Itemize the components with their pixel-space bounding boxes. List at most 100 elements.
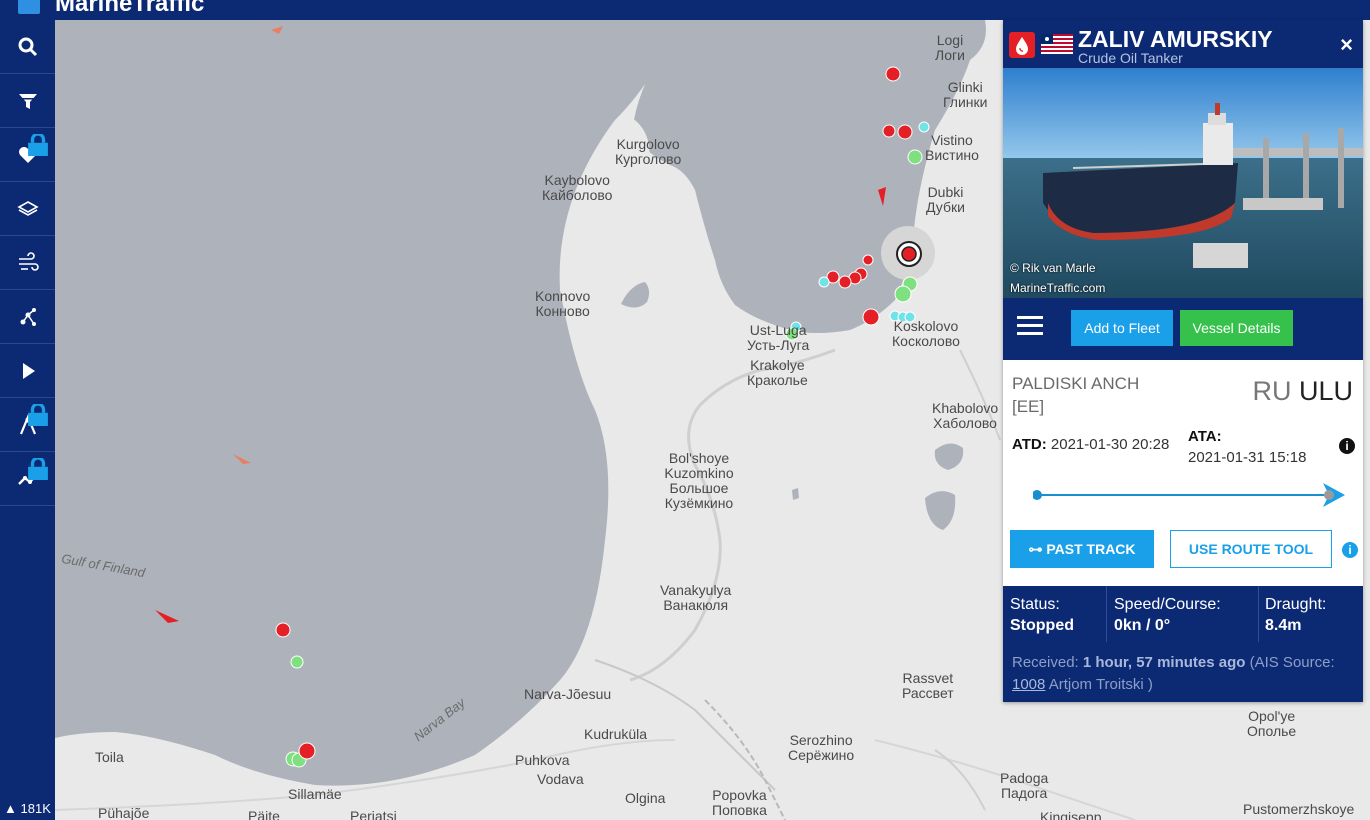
atd-label: ATD: [1012,436,1047,453]
vessel-marker[interactable] [290,655,304,669]
vessel-marker[interactable] [894,285,912,303]
place-label: Dubki Дубки [926,184,965,215]
vessel-count-value: 181K [20,801,51,816]
departure-port[interactable]: PALDISKI ANCH [EE] [1012,372,1139,418]
status-box: Status: Stopped Speed/Course: 0kn / 0° D… [1003,586,1363,702]
vessel-marker[interactable] [818,276,830,288]
place-label: Perjatsi [350,808,397,820]
place-label: Popovka Поповка [712,787,767,818]
use-route-tool-button[interactable]: USE ROUTE TOOL [1170,530,1332,568]
place-label: Logi Логи [935,32,965,63]
place-label: Vodava [537,771,584,787]
info-icon[interactable]: i [1342,542,1358,558]
sidebar: ▲ 181K [0,20,55,820]
departure-dot [1033,490,1042,500]
sidebar-search-button[interactable] [0,20,55,74]
info-icon[interactable]: i [1339,438,1355,454]
sidebar-weather-button[interactable] [0,236,55,290]
speed-course-field: Speed/Course: 0kn / 0° [1114,596,1221,634]
place-label: Glinki Глинки [943,79,988,110]
place-label: Serozhino Серёжино [788,732,855,763]
place-label: Pustomerzhskoye [1243,801,1355,817]
vessel-marker[interactable] [275,622,291,638]
lake [792,488,799,500]
speed-course-value: 0kn / 0° [1114,617,1171,634]
ais-source-link[interactable]: 1008 [1012,676,1045,693]
sidebar-playback-button[interactable] [0,344,55,398]
sidebar-measure-button[interactable] [0,290,55,344]
sidebar-analytics-button[interactable] [0,452,55,506]
hamburger-menu-icon[interactable] [1017,316,1043,338]
app-logo-text[interactable]: MarineTraffic [55,0,204,18]
place-label: Koskolovo Косколово [892,318,960,349]
vessel-marker[interactable] [918,121,930,133]
departure-port-name: PALDISKI ANCH [1012,374,1140,393]
voyage-progress-bar [1033,483,1345,507]
sidebar-routes-button[interactable] [0,398,55,452]
photo-credit: © Rik van Marle MarineTraffic.com [1010,261,1106,295]
vessel-name: ZALIV AMURSKIY [1078,26,1273,52]
vessel-photo[interactable]: © Rik van Marle MarineTraffic.com [1003,68,1363,298]
place-label: Pühajõe [98,805,150,820]
vessel-marker[interactable] [885,66,901,82]
vessel-details-button[interactable]: Vessel Details [1180,310,1293,346]
sidebar-filter-button[interactable] [0,74,55,128]
place-label: Bol'shoye Kuzomkino Большое Кузёмкино [664,450,734,511]
search-icon [18,37,37,56]
ata-label: ATA: [1188,428,1222,445]
place-label: Päite [248,808,280,820]
draught-field: Draught: 8.4m [1265,596,1327,634]
place-label: Konnovo Конново [535,288,591,319]
place-label: Toila [95,749,124,765]
destination-port[interactable]: RU ULU [1252,376,1353,407]
vessel-marker[interactable] [298,742,316,760]
lock-icon [28,404,48,426]
vessel-marker[interactable] [897,124,913,140]
place-label: Rassvet Рассвет [902,670,954,701]
atd-value: 2021-01-30 20:28 [1050,436,1170,453]
tanker-type-icon [1009,32,1035,58]
vessel-marker[interactable] [907,149,923,165]
place-label: Ust-Luga Усть-Луга [747,322,810,353]
lock-icon [28,134,48,156]
place-label: Padoga Падога [1000,770,1049,801]
departure-time: ATD: 2021-01-30 20:28 [1012,436,1169,453]
arrival-dot [1324,490,1334,500]
status-value: Stopped [1010,617,1074,634]
vessel-marker[interactable] [862,308,880,326]
place-label: Kaybolovo Кайболово [542,172,613,203]
arrival-time: ATA: 2021-01-31 15:18 [1188,426,1306,468]
destination-port-name: ULU [1298,376,1353,406]
vessel-count: ▲ 181K [4,801,51,816]
place-label: Olgina [625,790,666,806]
place-label: Puhkova [515,752,570,768]
filter-icon [18,93,37,109]
status-field: Status: Stopped [1010,596,1074,634]
sidebar-layers-button[interactable] [0,182,55,236]
sidebar-favorites-button[interactable] [0,128,55,182]
vessel-marker[interactable] [862,254,874,266]
place-label: Opol'ye Ополье [1247,708,1297,739]
vessel-marker[interactable] [882,124,896,138]
add-to-fleet-button[interactable]: Add to Fleet [1071,310,1173,346]
ship-icon: ▲ [4,801,17,816]
marinetraffic-logo-icon[interactable] [18,0,40,14]
measure-icon [20,307,36,326]
place-label: Kingisepp [1040,809,1102,820]
place-label: Sillamäe [288,786,342,802]
received-value: 1 hour, 57 minutes ago [1082,654,1246,671]
place-label: Narva-Jõesuu [524,686,612,702]
vessel-info-panel: ZALIV AMURSKIY Crude Oil Tanker × © Rik … [1003,20,1363,702]
destination-country: RU [1252,376,1292,406]
liberia-flag-icon [1041,34,1073,54]
ata-value: 2021-01-31 15:18 [1188,449,1307,466]
departure-country: [EE] [1012,397,1045,416]
place-label: Krakolye Краколье [747,357,808,388]
track-icon: ⊶ [1028,540,1047,557]
close-icon[interactable]: × [1340,32,1353,58]
panel-actions: Add to Fleet Vessel Details [1003,298,1363,360]
vessel-marker[interactable] [838,275,852,289]
received-info: Received: 1 hour, 57 minutes ago (AIS So… [1012,654,1335,693]
past-track-button[interactable]: ⊶ PAST TRACK [1010,530,1154,568]
play-icon [22,362,35,379]
